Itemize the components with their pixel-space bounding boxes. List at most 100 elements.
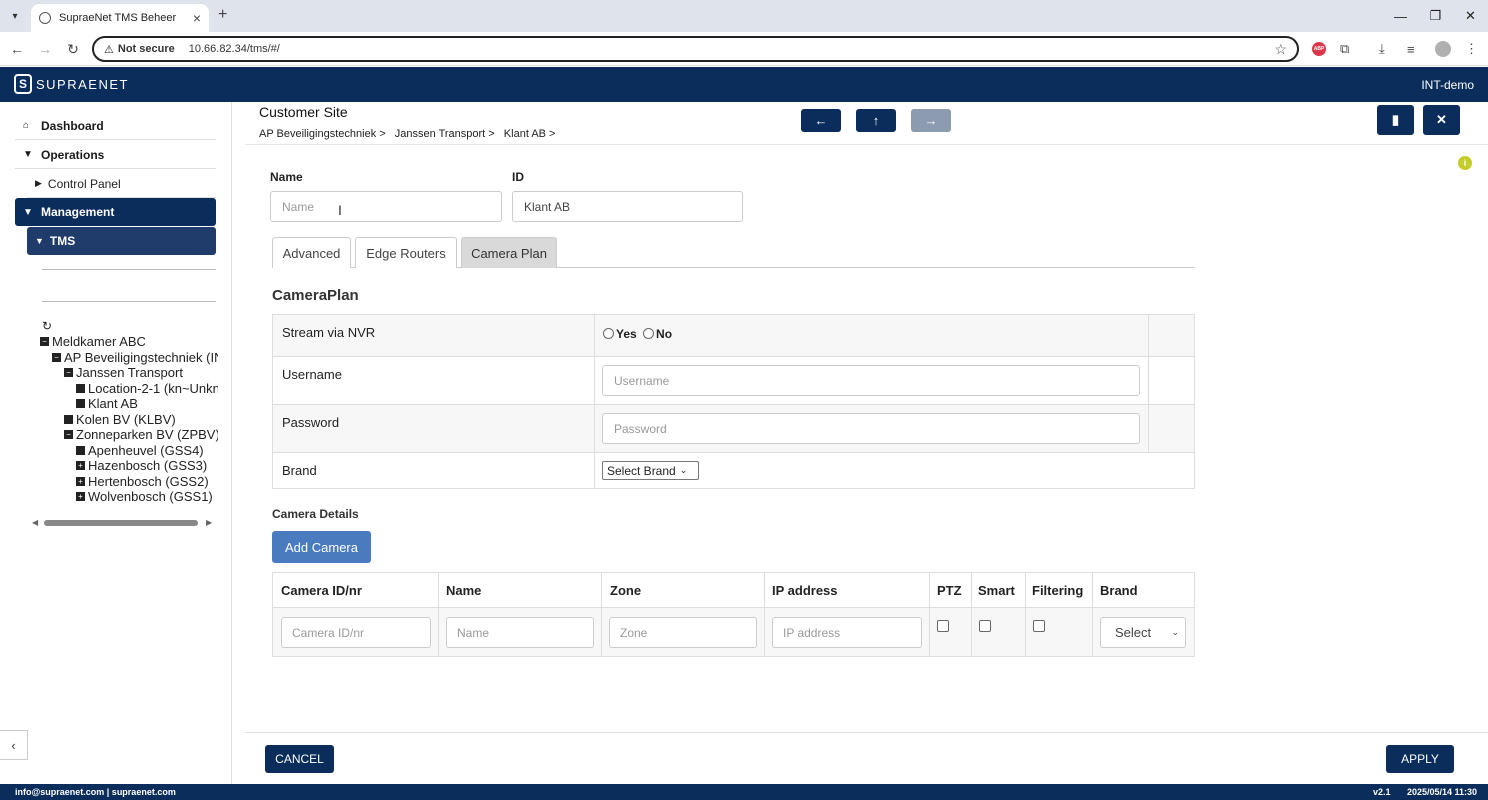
menu-icon[interactable]: ⋮ bbox=[1465, 40, 1478, 58]
collapse-icon[interactable]: − bbox=[64, 368, 73, 377]
globe-icon bbox=[39, 12, 51, 24]
next-button[interactable]: → bbox=[911, 109, 951, 132]
info-icon[interactable]: i bbox=[1458, 156, 1472, 170]
tree-item-label: Kolen BV (KLBV) bbox=[76, 411, 176, 427]
tree-item[interactable]: + Hazenbosch (GSS3) bbox=[76, 458, 207, 473]
camera-brand-select-value: Select bbox=[1115, 625, 1152, 640]
back-icon[interactable]: ← bbox=[8, 40, 26, 58]
sidebar-item-control-panel[interactable]: ▶ Control Panel bbox=[27, 170, 216, 198]
contact-info[interactable]: info@supraenet.com | supraenet.com bbox=[15, 787, 176, 797]
chevron-left-icon: ‹ bbox=[11, 737, 16, 753]
column-header: Zone bbox=[610, 583, 642, 598]
camera-id-input[interactable] bbox=[281, 617, 431, 648]
username-input[interactable] bbox=[602, 365, 1140, 396]
tree-item[interactable]: + Wolvenbosch (GSS1) bbox=[76, 489, 213, 504]
sidebar-item-label: TMS bbox=[49, 234, 76, 248]
tab-edge-routers[interactable]: Edge Routers bbox=[355, 237, 457, 268]
camera-name-input[interactable] bbox=[446, 617, 594, 648]
sidebar-item-label: Dashboard bbox=[41, 118, 104, 133]
close-button[interactable]: ✕ bbox=[1423, 105, 1460, 135]
tree-item[interactable]: Location-2-1 (kn~Unknown bbox=[76, 381, 218, 396]
window-close-icon[interactable]: ✕ bbox=[1453, 0, 1488, 32]
tree-item[interactable]: + Hertenbosch (GSS2) bbox=[76, 474, 209, 489]
breadcrumb-item[interactable]: Janssen Transport > bbox=[395, 128, 495, 140]
restore-icon[interactable]: ❐ bbox=[1418, 0, 1453, 32]
collapse-icon[interactable]: − bbox=[64, 430, 73, 439]
new-tab-icon[interactable]: + bbox=[218, 6, 227, 24]
tab-camera-plan[interactable]: Camera Plan bbox=[461, 237, 557, 268]
smart-checkbox[interactable] bbox=[979, 620, 991, 632]
arrow-left-icon: ← bbox=[814, 113, 828, 128]
sidebar-item-management[interactable]: ▼ Management bbox=[15, 198, 216, 226]
tab-advanced[interactable]: Advanced bbox=[272, 237, 351, 268]
bookmark-star-icon[interactable]: ☆ bbox=[1274, 41, 1287, 58]
expand-icon[interactable]: + bbox=[76, 461, 85, 470]
tree-item-label: Location-2-1 (kn~Unknown bbox=[88, 380, 218, 396]
logo[interactable]: S SUPRAENET bbox=[14, 74, 129, 94]
tree-item[interactable]: Klant AB bbox=[76, 396, 138, 411]
divider bbox=[1092, 573, 1093, 656]
camera-zone-input[interactable] bbox=[609, 617, 757, 648]
radio-yes[interactable] bbox=[603, 328, 614, 339]
up-button[interactable]: ↑ bbox=[856, 109, 896, 132]
apply-button[interactable]: APPLY bbox=[1386, 745, 1454, 773]
adblock-icon[interactable]: ABP bbox=[1312, 40, 1326, 58]
column-header: IP address bbox=[772, 583, 838, 598]
clipboard-button[interactable]: ▮ bbox=[1377, 105, 1414, 135]
download-icon[interactable]: ⤓ bbox=[1379, 40, 1385, 58]
reload-icon[interactable]: ↻ bbox=[64, 40, 82, 58]
profile-icon[interactable] bbox=[1435, 40, 1451, 58]
add-camera-button[interactable]: Add Camera bbox=[272, 531, 371, 563]
scroll-thumb[interactable] bbox=[44, 520, 198, 526]
camera-brand-select[interactable]: Select ⌄ bbox=[1100, 617, 1186, 648]
name-input[interactable] bbox=[270, 191, 502, 222]
breadcrumb-item[interactable]: AP Beveiligingstechniek > bbox=[259, 128, 386, 140]
breadcrumb-item[interactable]: Klant AB > bbox=[504, 128, 556, 140]
expand-icon[interactable]: + bbox=[76, 492, 85, 501]
collapse-icon[interactable]: − bbox=[52, 352, 61, 362]
address-bar[interactable]: ⚠ Not secure 10.66.82.34/tms/#/ ☆ bbox=[92, 36, 1299, 62]
sidebar-item-dashboard[interactable]: ⌂ Dashboard bbox=[15, 112, 216, 140]
tree-scrollbar[interactable]: ◀ ▶ bbox=[30, 518, 216, 528]
radio-no[interactable] bbox=[643, 328, 655, 339]
sidebar-item-operations[interactable]: ▼ Operations bbox=[15, 141, 216, 169]
extensions-icon[interactable]: ⧉ bbox=[1340, 40, 1349, 58]
browser-tab[interactable]: SupraeNet TMS Beheer × bbox=[31, 4, 209, 32]
camera-ip-input[interactable] bbox=[772, 617, 922, 648]
tree-item-label: Zonneparken BV (ZPBV) bbox=[76, 427, 218, 442]
forward-icon[interactable]: → bbox=[36, 40, 54, 58]
tab-close-icon[interactable]: × bbox=[193, 10, 201, 26]
collapse-icon[interactable]: − bbox=[40, 337, 49, 346]
tree-item[interactable]: − Meldkamer ABC bbox=[40, 334, 146, 349]
previous-button[interactable]: ← bbox=[801, 109, 841, 132]
ptz-checkbox[interactable] bbox=[937, 620, 949, 632]
tree-item[interactable]: − Zonneparken BV (ZPBV) bbox=[64, 427, 218, 442]
cancel-button[interactable]: CANCEL bbox=[265, 745, 334, 773]
divider bbox=[245, 732, 1488, 733]
brand-select[interactable]: Select Brand ⌄ bbox=[602, 461, 699, 480]
url-text[interactable]: 10.66.82.34/tms/#/ bbox=[189, 43, 1275, 55]
page-title: Customer Site bbox=[259, 104, 348, 120]
tree-item-label: Apenheuvel (GSS4) bbox=[88, 442, 204, 458]
refresh-icon[interactable]: ↻ bbox=[42, 319, 52, 333]
tree-item[interactable]: −AP Beveiligingstechniek (IN01) bbox=[52, 350, 218, 365]
password-label: Password bbox=[282, 415, 340, 430]
collapse-sidebar-button[interactable]: ‹ bbox=[0, 730, 28, 760]
media-icon[interactable]: ≡ bbox=[1407, 40, 1415, 58]
tree-item[interactable]: − Janssen Transport bbox=[64, 365, 183, 380]
sidebar-item-label: Control Panel bbox=[47, 176, 121, 191]
tab-search-icon[interactable]: ▾ bbox=[6, 7, 24, 25]
scroll-left-icon[interactable]: ◀ bbox=[32, 518, 38, 527]
id-label: ID bbox=[512, 170, 524, 184]
expand-icon[interactable]: + bbox=[76, 476, 85, 486]
caret-down-icon: ▼ bbox=[35, 236, 44, 246]
tree-item[interactable]: Kolen BV (KLBV) bbox=[64, 412, 176, 427]
divider bbox=[594, 315, 595, 356]
filtering-checkbox[interactable] bbox=[1033, 620, 1045, 632]
scroll-right-icon[interactable]: ▶ bbox=[206, 518, 212, 527]
password-input[interactable] bbox=[602, 413, 1140, 444]
tree-item[interactable]: Apenheuvel (GSS4) bbox=[76, 443, 204, 458]
id-input[interactable] bbox=[512, 191, 743, 222]
sidebar-item-tms[interactable]: ▼ TMS bbox=[27, 227, 216, 255]
minimize-icon[interactable]: — bbox=[1383, 0, 1418, 32]
